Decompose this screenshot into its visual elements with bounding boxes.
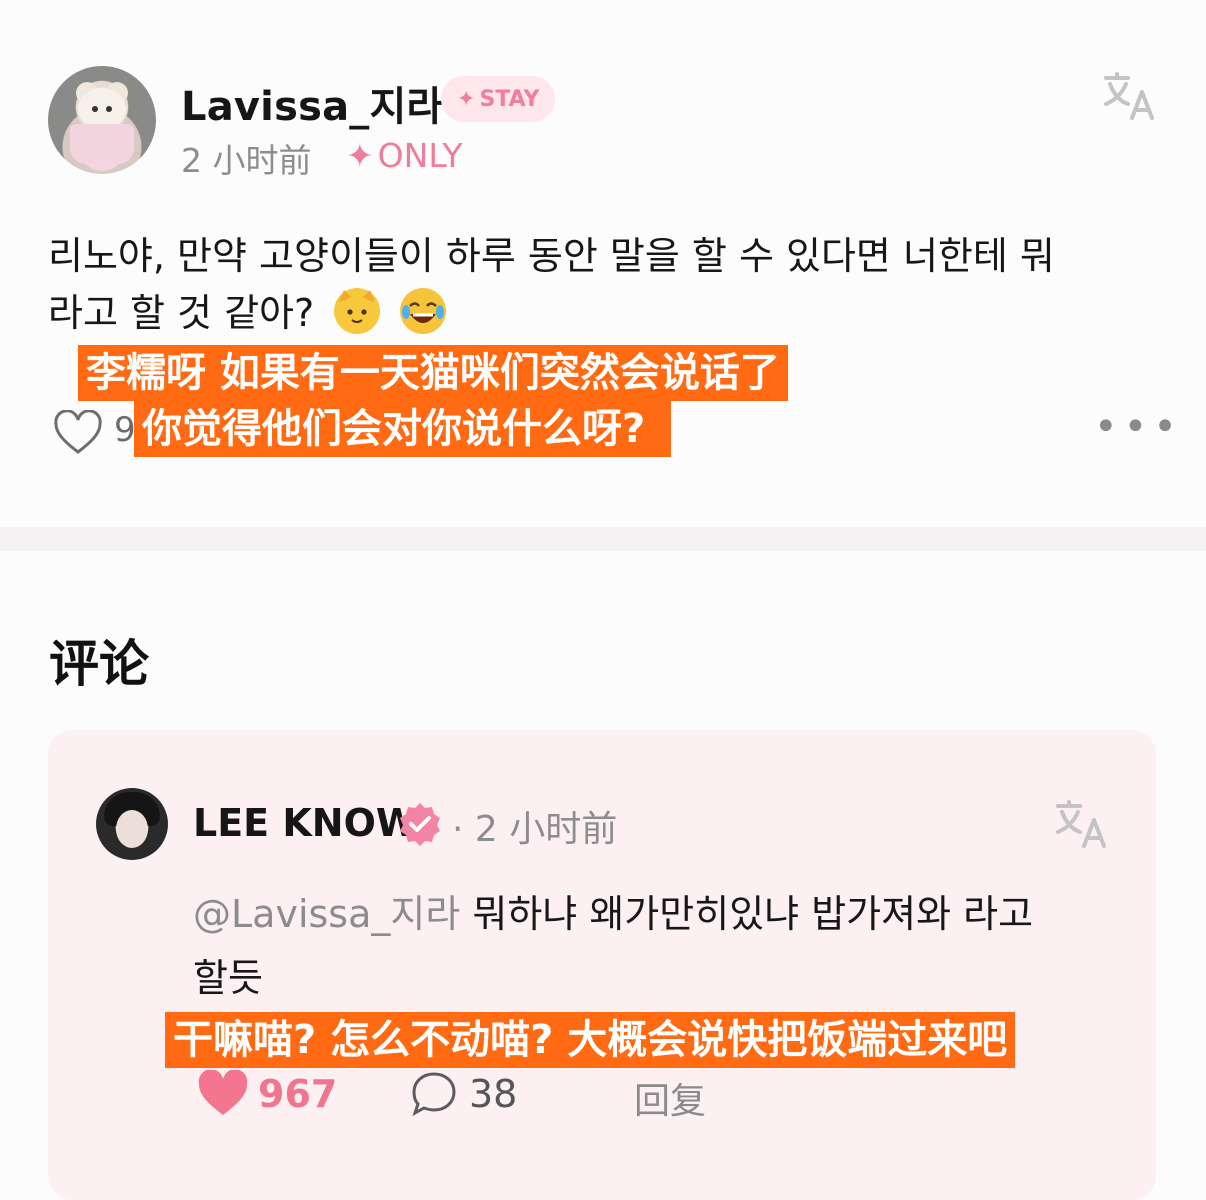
post-body: 리노야, 만약 고양이들이 하루 동안 말을 할 수 있다면 너한테 뭐 라고 …	[48, 228, 1158, 342]
liked-heart-icon[interactable]	[196, 1069, 250, 1122]
comment-time: 2 小时前	[474, 809, 618, 850]
only-tag-label: ONLY	[377, 136, 463, 175]
post-text-line2: 라고 할 것 같아?	[48, 291, 315, 335]
comments-title: 评论	[49, 635, 149, 693]
stay-badge: ✦ STAY	[441, 76, 556, 122]
post-text-line1: 리노야, 만약 고양이들이 하루 동안 말을 할 수 있다면 너한테 뭐	[48, 234, 1055, 278]
post-like-count: 9	[114, 410, 136, 450]
comment-like-count: 967	[258, 1072, 338, 1116]
subtitle-line2: 你觉得他们会对你说什么呀?	[134, 401, 672, 457]
author-username[interactable]: Lavissa_지라	[181, 74, 443, 132]
dot-separator: ·	[452, 809, 464, 850]
reply-bubble-icon[interactable]	[410, 1070, 458, 1122]
reply-button[interactable]: 回复	[634, 1072, 706, 1124]
comment-timestamp: · 2 小时前	[452, 800, 617, 852]
sparkle-icon: ✦	[457, 86, 476, 112]
comment-text-line1: 뭐하냐 왜가만히있냐 밥가져와 라고	[460, 892, 1034, 936]
cat-face-emoji-icon	[334, 288, 381, 334]
post-timestamp: 2 小时前	[181, 141, 312, 180]
author-avatar[interactable]	[48, 66, 156, 174]
comment-subtitle: 干嘛喵? 怎么不动喵? 大概会说快把饭端过来吧	[165, 1012, 1016, 1068]
translate-icon[interactable]	[1102, 70, 1154, 126]
badge-label: STAY	[479, 86, 540, 112]
reply-count: 38	[469, 1072, 518, 1116]
only-tag: ✦ ONLY	[346, 136, 462, 175]
more-options-icon[interactable]: •••	[1094, 404, 1183, 450]
commenter-avatar[interactable]	[96, 788, 168, 860]
verified-badge-icon	[396, 800, 444, 852]
commenter-username[interactable]: LEE KNOW	[193, 801, 418, 845]
comment-translate-icon[interactable]	[1054, 798, 1106, 854]
section-divider	[0, 527, 1206, 551]
comment-text-line2: 할듯	[193, 956, 263, 1000]
comment-body: @Lavissa_지라 뭐하냐 왜가만히있냐 밥가져와 라고 할듯	[193, 882, 1113, 1010]
tears-of-joy-emoji-icon	[400, 288, 447, 334]
like-icon[interactable]	[52, 409, 104, 460]
subtitle-line1: 李糯呀 如果有一天猫咪们突然会说话了	[78, 345, 788, 401]
sparkle-icon: ✦	[346, 136, 374, 175]
mention-link[interactable]: @Lavissa_지라	[193, 892, 460, 936]
